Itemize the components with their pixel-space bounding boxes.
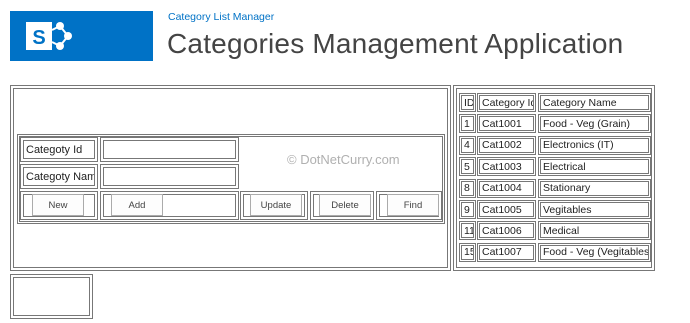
table-cell: Electrical: [538, 157, 651, 177]
table-cell: Cat1006: [477, 221, 536, 241]
table-row-text: 11: [461, 223, 474, 239]
sharepoint-logo[interactable]: S: [10, 11, 153, 61]
update-button[interactable]: Update: [250, 194, 302, 216]
sharepoint-icon: S: [26, 22, 72, 50]
table-cell: Food - Veg (Vegitables): [538, 242, 651, 262]
table-cell: Stationary: [538, 178, 651, 198]
table-row-text: 1: [461, 116, 474, 132]
table-cell: Cat1003: [477, 157, 536, 177]
delete-button[interactable]: Delete: [319, 194, 371, 216]
category-name-field[interactable]: [100, 164, 239, 189]
table-row-text: Food - Veg (Grain): [540, 116, 649, 132]
table-row-text: Cat1007: [479, 244, 534, 260]
table-row-text: Cat1002: [479, 137, 534, 153]
table-row-text: Cat1005: [479, 202, 534, 217]
empty-panel: [10, 274, 93, 319]
table-cell: Food - Veg (Grain): [538, 114, 651, 134]
category-id-label: Categoty Id: [23, 140, 95, 159]
category-name-input[interactable]: [103, 167, 236, 186]
table-row-text: 15: [461, 244, 474, 260]
column-header-text: Category Name: [540, 95, 649, 110]
table-cell: Medical: [538, 221, 651, 241]
table-cell: 5: [459, 157, 476, 177]
table-row-text: Food - Veg (Vegitables): [540, 244, 649, 260]
column-header-cell: Category Name: [538, 93, 651, 112]
table-row-text: Electrical: [540, 159, 649, 175]
table-cell: Cat1002: [477, 135, 536, 155]
new-button[interactable]: New: [32, 194, 84, 216]
table-cell: Cat1004: [477, 178, 536, 198]
column-header-cell: Category Id: [477, 93, 536, 112]
table-row-text: 9: [461, 202, 474, 217]
column-header-text: Category Id: [479, 95, 534, 110]
category-id-label-cell: Categoty Id: [20, 137, 98, 162]
table-cell: 8: [459, 178, 476, 198]
table-row-text: 5: [461, 159, 474, 175]
table-row-text: Electronics (IT): [540, 137, 649, 153]
category-name-label-cell: Categoty Name: [20, 164, 98, 189]
page-title: Categories Management Application: [167, 28, 624, 59]
table-cell: 9: [459, 200, 476, 219]
table-row-text: Cat1006: [479, 223, 534, 239]
category-name-label: Categoty Name: [23, 167, 95, 186]
table-row-text: 8: [461, 180, 474, 196]
table-cell: Vegitables: [538, 200, 651, 219]
table-cell: Cat1001: [477, 114, 536, 134]
svg-text:S: S: [32, 27, 45, 49]
column-header-text: ID: [461, 95, 474, 110]
table-row-text: Vegitables: [540, 202, 649, 217]
table-cell: 4: [459, 135, 476, 155]
table-row-text: Cat1004: [479, 180, 534, 196]
find-button[interactable]: Find: [387, 194, 439, 216]
table-cell: 11: [459, 221, 476, 241]
table-row-text: 4: [461, 137, 474, 153]
table-cell: Electronics (IT): [538, 135, 651, 155]
table-row-text: Cat1003: [479, 159, 534, 175]
empty-panel-inner: [13, 277, 90, 316]
category-id-input[interactable]: [103, 140, 236, 159]
column-header-cell: ID: [459, 93, 476, 112]
breadcrumb[interactable]: Category List Manager: [168, 11, 274, 23]
table-row-text: Medical: [540, 223, 649, 239]
table-cell: 1: [459, 114, 476, 134]
table-cell: Cat1005: [477, 200, 536, 219]
table-cell: 15: [459, 242, 476, 262]
table-cell: Cat1007: [477, 242, 536, 262]
table-row-text: Cat1001: [479, 116, 534, 132]
table-row-text: Stationary: [540, 180, 649, 196]
add-button[interactable]: Add: [111, 194, 163, 216]
watermark-text: © DotNetCurry.com: [287, 152, 400, 167]
category-id-field[interactable]: [100, 137, 239, 162]
